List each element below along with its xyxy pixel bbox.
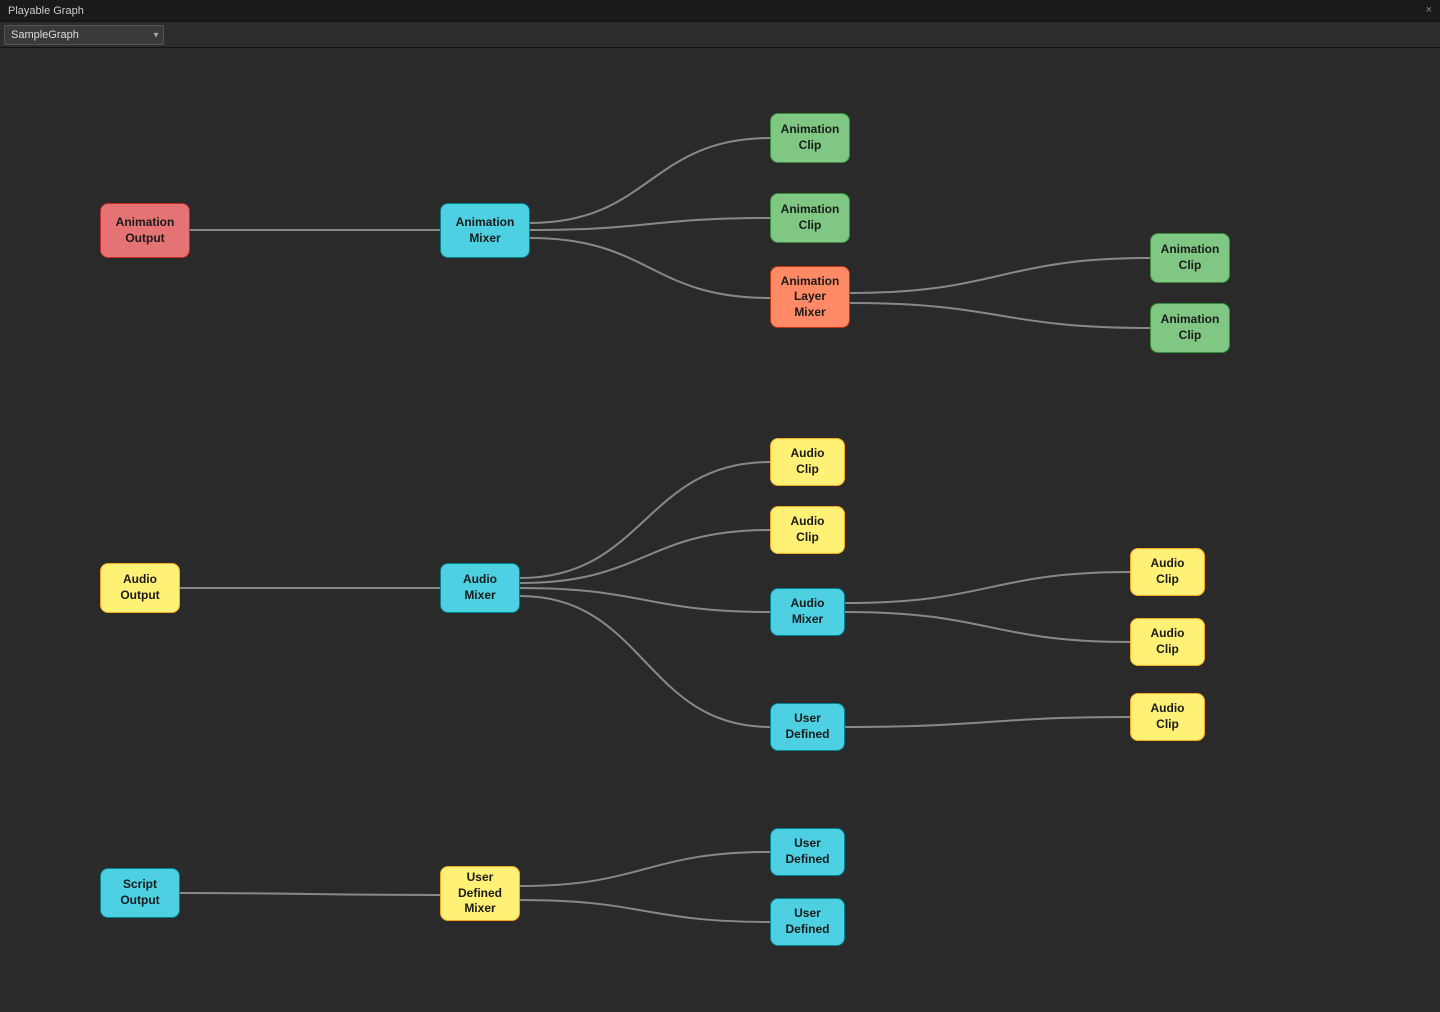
animation-clip-2-node[interactable]: AnimationClip [770, 193, 850, 243]
title-bar: Playable Graph × [0, 0, 1440, 22]
script-output-node[interactable]: ScriptOutput [100, 868, 180, 918]
audio-mixer-node[interactable]: AudioMixer [440, 563, 520, 613]
audio-output-node[interactable]: AudioOutput [100, 563, 180, 613]
user-defined-3-node[interactable]: UserDefined [770, 898, 845, 946]
audio-mixer-2-node[interactable]: AudioMixer [770, 588, 845, 636]
graph-selector-wrap[interactable]: SampleGraph [4, 25, 164, 45]
toolbar: SampleGraph [0, 22, 1440, 48]
connections-svg [0, 48, 1440, 1012]
audio-clip-4-node[interactable]: AudioClip [1130, 618, 1205, 666]
graph-area: AnimationOutput AnimationMixer Animation… [0, 48, 1440, 1012]
graph-selector[interactable]: SampleGraph [4, 25, 164, 45]
animation-output-node[interactable]: AnimationOutput [100, 203, 190, 258]
user-defined-2-node[interactable]: UserDefined [770, 828, 845, 876]
animation-clip-1-node[interactable]: AnimationClip [770, 113, 850, 163]
animation-clip-3-node[interactable]: AnimationClip [1150, 233, 1230, 283]
audio-clip-3-node[interactable]: AudioClip [1130, 548, 1205, 596]
animation-clip-4-node[interactable]: AnimationClip [1150, 303, 1230, 353]
animation-layer-mixer-node[interactable]: AnimationLayerMixer [770, 266, 850, 328]
audio-clip-5-node[interactable]: AudioClip [1130, 693, 1205, 741]
user-defined-1-node[interactable]: UserDefined [770, 703, 845, 751]
audio-clip-2-node[interactable]: AudioClip [770, 506, 845, 554]
close-button[interactable]: × [1426, 4, 1432, 16]
animation-mixer-node[interactable]: AnimationMixer [440, 203, 530, 258]
window-title: Playable Graph [8, 5, 84, 17]
user-defined-mixer-node[interactable]: UserDefinedMixer [440, 866, 520, 921]
audio-clip-1-node[interactable]: AudioClip [770, 438, 845, 486]
